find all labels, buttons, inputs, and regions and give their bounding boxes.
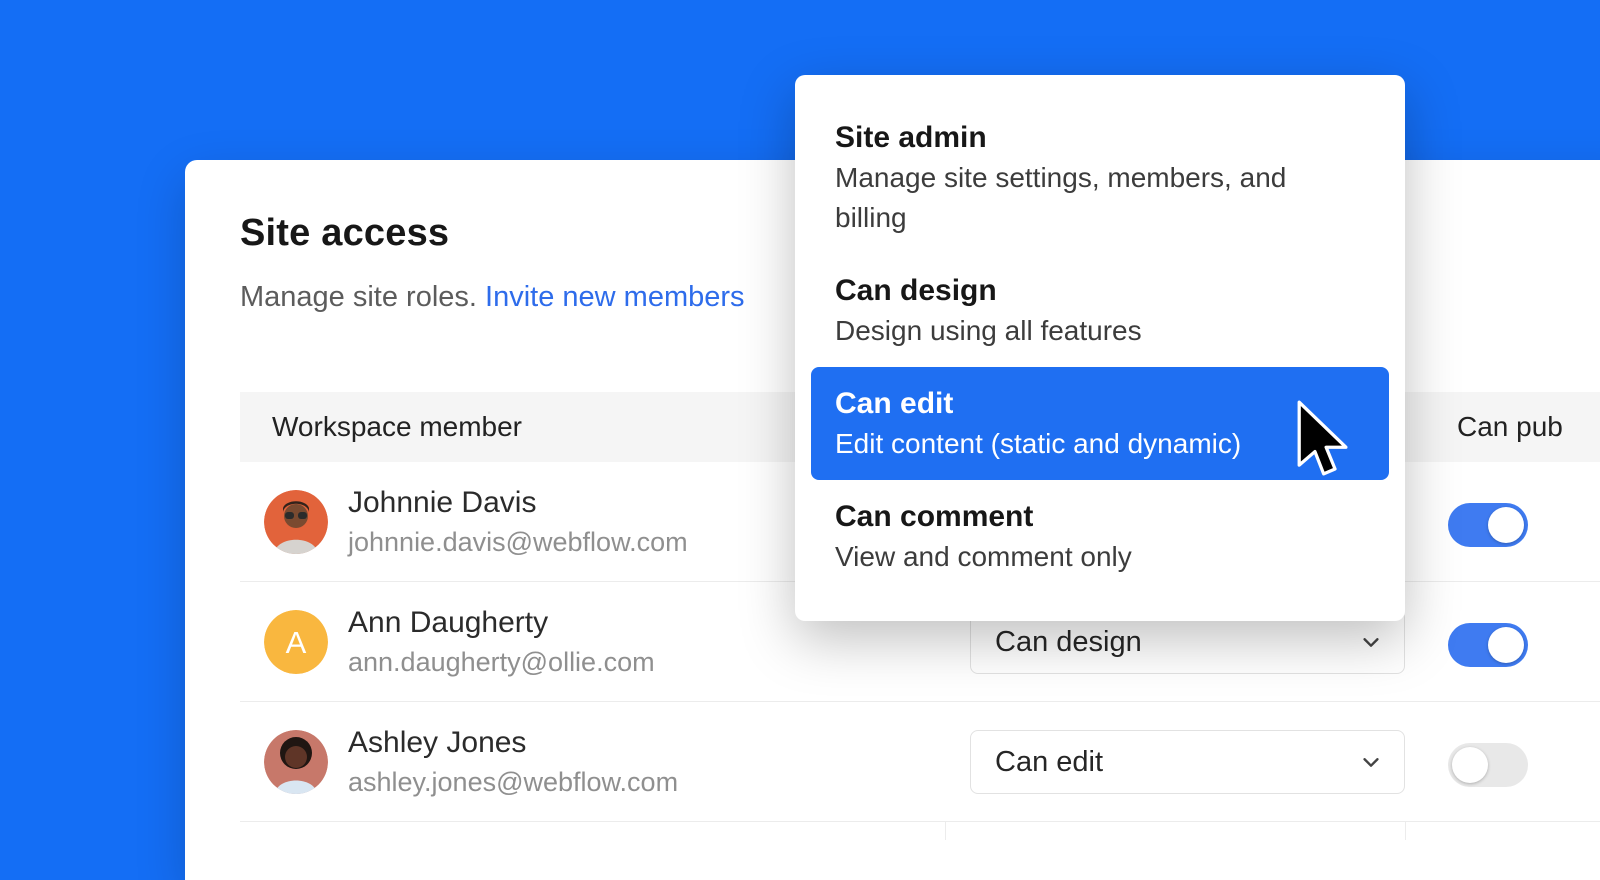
member-info: Ann Daugherty ann.daugherty@ollie.com xyxy=(348,603,655,681)
member-info: Ashley Jones ashley.jones@webflow.com xyxy=(348,723,678,801)
member-name: Johnnie Davis xyxy=(348,483,688,523)
avatar-initial: A xyxy=(286,625,307,660)
role-dropdown-menu: Site admin Manage site settings, members… xyxy=(795,75,1405,621)
toggle-knob xyxy=(1488,627,1524,663)
column-header-workspace-member: Workspace member xyxy=(272,411,522,443)
menu-item-site-admin[interactable]: Site admin Manage site settings, members… xyxy=(811,101,1389,254)
role-dropdown[interactable]: Can edit xyxy=(970,730,1405,794)
menu-item-label: Can edit xyxy=(835,383,1365,424)
member-name: Ann Daugherty xyxy=(348,603,655,643)
menu-item-label: Site admin xyxy=(835,117,1365,158)
toggle-knob xyxy=(1452,747,1488,783)
menu-item-can-design[interactable]: Can design Design using all features xyxy=(811,254,1389,367)
column-header-can-publish: Can pub xyxy=(1457,411,1563,443)
chevron-down-icon xyxy=(1360,631,1382,653)
menu-item-label: Can design xyxy=(835,270,1365,311)
member-email: ashley.jones@webflow.com xyxy=(348,763,678,801)
invite-new-members-link[interactable]: Invite new members xyxy=(485,281,745,313)
member-name: Ashley Jones xyxy=(348,723,678,763)
avatar xyxy=(264,730,328,794)
site-access-page: { "theme": { "background_blue": "#146ef5… xyxy=(0,0,1600,840)
role-dropdown-value: Can design xyxy=(995,626,1142,659)
role-dropdown-value: Can edit xyxy=(995,746,1103,779)
menu-item-description: Manage site settings, members, and billi… xyxy=(835,158,1365,238)
avatar: A xyxy=(264,610,328,674)
avatar xyxy=(264,490,328,554)
mouse-cursor-icon xyxy=(1296,400,1348,476)
member-info: Johnnie Davis johnnie.davis@webflow.com xyxy=(348,483,688,561)
toggle-knob xyxy=(1488,507,1524,543)
can-publish-toggle[interactable] xyxy=(1448,743,1528,787)
member-email: johnnie.davis@webflow.com xyxy=(348,523,688,561)
menu-item-can-comment[interactable]: Can comment View and comment only xyxy=(811,480,1389,593)
subtitle-text: Manage site roles. xyxy=(240,281,477,313)
menu-item-description: Edit content (static and dynamic) xyxy=(835,424,1365,464)
page-title: Site access xyxy=(240,212,449,255)
can-publish-toggle[interactable] xyxy=(1448,503,1528,547)
chevron-down-icon xyxy=(1360,751,1382,773)
menu-item-description: Design using all features xyxy=(835,311,1365,351)
page-subtitle: Manage site roles. Invite new members xyxy=(240,281,745,314)
menu-item-description: View and comment only xyxy=(835,537,1365,577)
member-email: ann.daugherty@ollie.com xyxy=(348,643,655,681)
table-row: Ashley Jones ashley.jones@webflow.com Ca… xyxy=(240,702,1600,822)
can-publish-toggle[interactable] xyxy=(1448,623,1528,667)
menu-item-label: Can comment xyxy=(835,496,1365,537)
